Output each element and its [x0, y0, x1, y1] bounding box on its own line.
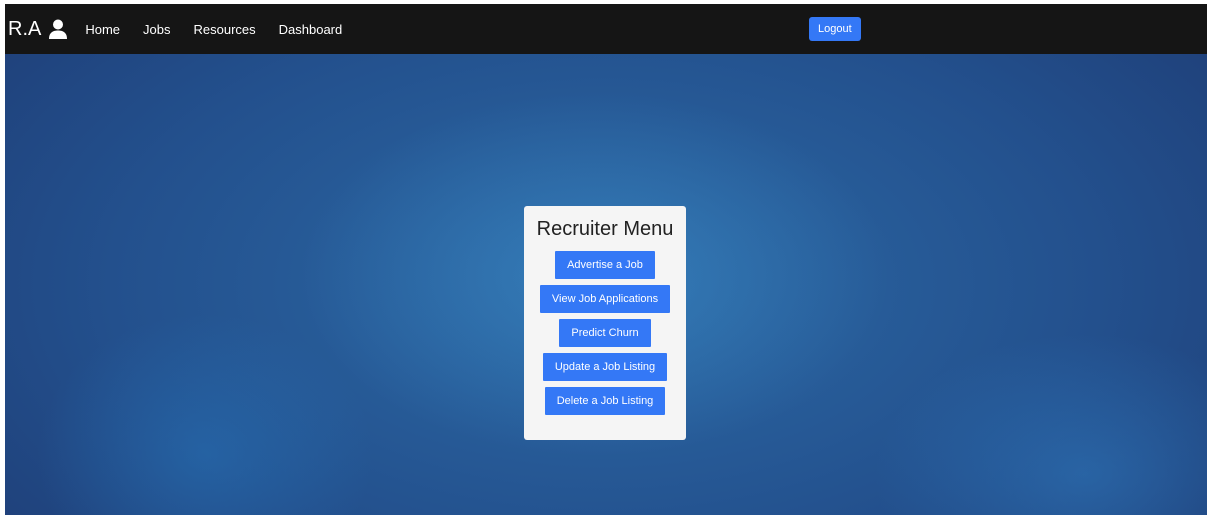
- update-job-listing-button[interactable]: Update a Job Listing: [542, 353, 668, 381]
- logout-button[interactable]: Logout: [809, 17, 861, 41]
- nav-jobs-link[interactable]: Jobs: [143, 22, 170, 37]
- background-area: Recruiter Menu Advertise a Job View Job …: [5, 54, 1207, 515]
- app-window: R.A Home Jobs Resources Dashboard Logout…: [5, 4, 1207, 515]
- view-job-applications-button[interactable]: View Job Applications: [539, 285, 671, 313]
- nav-resources-link[interactable]: Resources: [194, 22, 256, 37]
- brand-name: R.A: [8, 17, 42, 40]
- user-icon: [49, 19, 68, 39]
- recruiter-menu-card: Recruiter Menu Advertise a Job View Job …: [524, 206, 686, 440]
- nav-dashboard-link[interactable]: Dashboard: [279, 22, 343, 37]
- delete-job-listing-button[interactable]: Delete a Job Listing: [544, 387, 666, 415]
- nav-links: Home Jobs Resources Dashboard: [85, 22, 365, 37]
- nav-home-link[interactable]: Home: [85, 22, 120, 37]
- menu-title: Recruiter Menu: [536, 218, 674, 240]
- navbar: R.A Home Jobs Resources Dashboard Logout: [5, 4, 1207, 54]
- advertise-job-button[interactable]: Advertise a Job: [555, 251, 655, 279]
- brand-link[interactable]: R.A: [8, 17, 68, 41]
- predict-churn-button[interactable]: Predict Churn: [559, 319, 651, 347]
